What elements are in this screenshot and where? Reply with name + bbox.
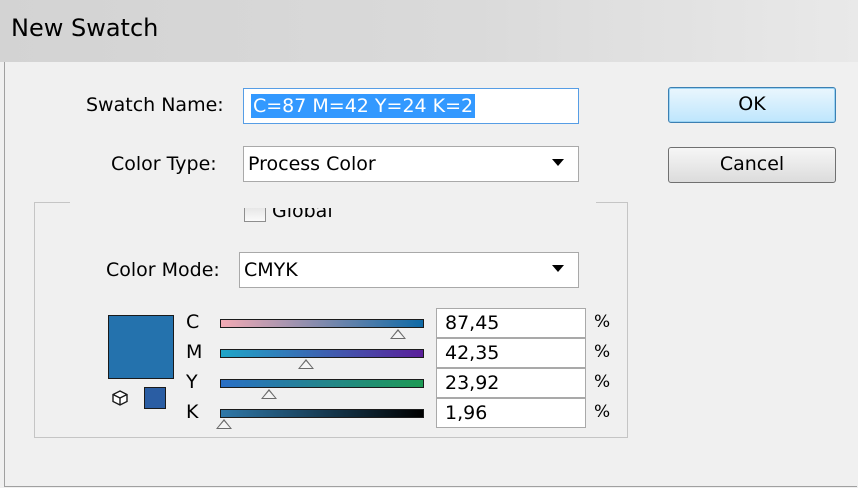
color-preview-swatch (108, 315, 174, 379)
channel-label-m: M (186, 341, 203, 363)
title-bar: New Swatch (0, 0, 858, 62)
channel-label-y: Y (186, 371, 198, 393)
percent-unit: % (594, 312, 611, 332)
slider-thumb-m[interactable] (298, 359, 315, 369)
percent-unit: % (594, 342, 611, 362)
slider-thumb-y[interactable] (260, 389, 277, 399)
color-type-label: Color Type: (111, 153, 217, 175)
window-title: New Swatch (11, 14, 159, 42)
slider-track-k[interactable] (220, 409, 424, 418)
cancel-button[interactable]: Cancel (668, 147, 836, 183)
channel-label-c: C (186, 311, 200, 333)
color-mode-value: CMYK (244, 259, 298, 281)
swatch-name-input[interactable]: C=87 M=42 Y=24 K=2 (243, 88, 579, 124)
slider-track-c[interactable] (220, 319, 424, 328)
group-label-gap (70, 196, 596, 208)
channel-value-y[interactable]: 23,92 (436, 368, 586, 398)
chevron-down-icon (552, 159, 564, 166)
swatch-name-label: Swatch Name: (86, 94, 224, 116)
color-type-dropdown[interactable]: Process Color (243, 146, 579, 182)
out-of-gamut-swatch[interactable] (144, 387, 166, 409)
slider-track-m[interactable] (220, 349, 424, 358)
ok-button[interactable]: OK (668, 87, 836, 123)
cube-icon (112, 390, 128, 406)
channel-value-m[interactable]: 42,35 (436, 338, 586, 368)
percent-unit: % (594, 372, 611, 392)
channel-label-k: K (186, 401, 199, 423)
channel-value-k[interactable]: 1,96 (436, 398, 586, 428)
color-mode-dropdown[interactable]: CMYK (239, 252, 579, 288)
percent-unit: % (594, 402, 611, 422)
slider-thumb-k[interactable] (215, 419, 232, 429)
color-type-value: Process Color (248, 153, 376, 175)
channel-value-c[interactable]: 87,45 (436, 308, 586, 338)
chevron-down-icon (552, 265, 564, 272)
slider-thumb-c[interactable] (390, 329, 407, 339)
swatch-name-value: C=87 M=42 Y=24 K=2 (251, 94, 476, 118)
color-mode-label: Color Mode: (106, 259, 220, 281)
slider-track-y[interactable] (220, 379, 424, 388)
